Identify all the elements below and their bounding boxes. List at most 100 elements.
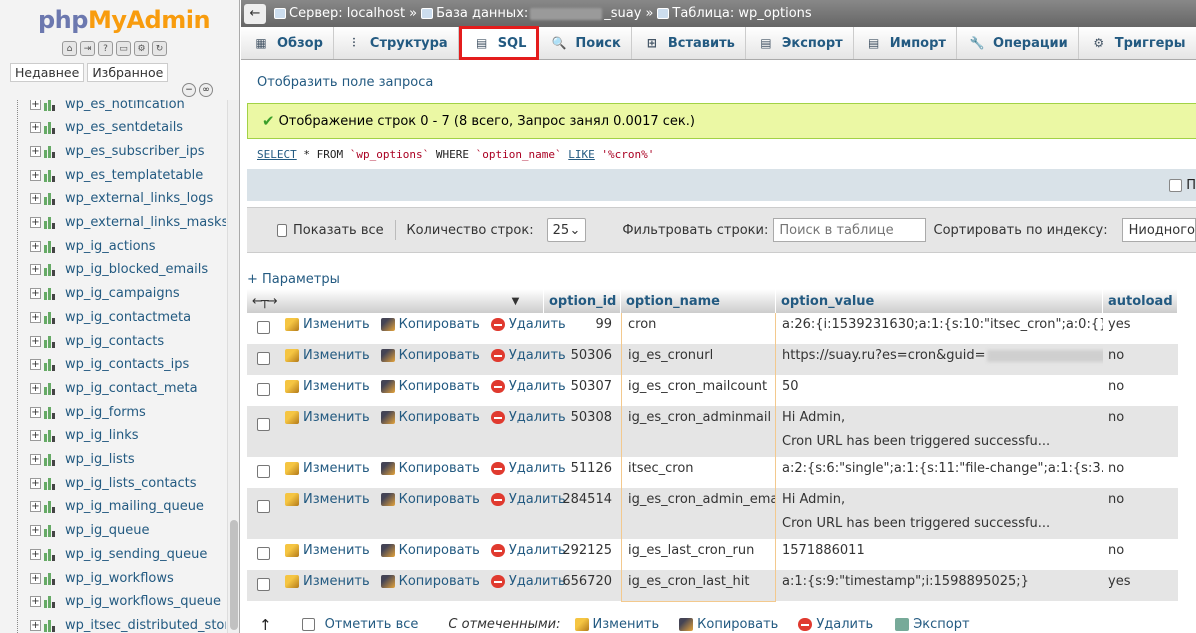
show-all-checkbox[interactable] (277, 223, 288, 237)
option-id-cell[interactable]: 292125 (544, 539, 612, 570)
expand-icon[interactable]: + (30, 454, 41, 465)
option-name-cell[interactable]: ig_es_cron_admin_email (621, 488, 776, 539)
tree-item-wp_ig_lists_contacts[interactable]: + wp_ig_lists_contacts (30, 472, 197, 494)
reload-icon[interactable]: ↻ (152, 41, 167, 56)
header-option-id[interactable]: option_id (544, 289, 621, 313)
autoload-cell[interactable]: no (1103, 539, 1178, 570)
expand-icon[interactable]: + (30, 525, 41, 537)
tab-export[interactable]: ▤ Экспорт (746, 27, 854, 59)
autoload-cell[interactable]: no (1103, 457, 1178, 488)
expand-icon[interactable]: + (30, 359, 41, 371)
copy-button[interactable]: Копировать (380, 543, 480, 558)
logout-icon[interactable]: ⇥ (80, 41, 95, 56)
copy-button[interactable]: Копировать (380, 348, 480, 363)
option-name-cell[interactable]: ig_es_cronurl (621, 344, 776, 375)
check-all-checkbox[interactable] (301, 618, 315, 631)
header-option-name[interactable]: option_name (621, 289, 776, 313)
breadcrumb-db-suffix[interactable]: _suay (604, 6, 641, 21)
tree-item-wp_ig_lists[interactable]: + wp_ig_lists (30, 449, 135, 471)
edit-button[interactable]: Изменить (285, 492, 370, 507)
column-resize-icon[interactable]: ←┬→ (252, 294, 278, 309)
nav-scrollbar-thumb[interactable] (230, 520, 238, 630)
autoload-cell[interactable]: no (1103, 488, 1178, 539)
tree-item-wp_ig_forms[interactable]: + wp_ig_forms (30, 401, 146, 423)
tree-item-wp_ig_links[interactable]: + wp_ig_links (30, 425, 139, 447)
tab-browse[interactable]: ▦ Обзор (241, 27, 334, 59)
option-name-cell[interactable]: cron (621, 313, 776, 344)
sort-index-select[interactable]: Ниодного (1121, 218, 1196, 242)
option-value-cell[interactable]: https://suay.ru?es=cron&guid=-... (776, 344, 1103, 375)
bulk-edit-button[interactable]: Изменить (574, 617, 659, 632)
copy-button[interactable]: Копировать (380, 492, 480, 507)
tab-sql[interactable]: ▤ SQL (458, 26, 540, 60)
expand-icon[interactable]: + (30, 311, 41, 323)
row-checkbox[interactable] (257, 500, 270, 513)
header-autoload[interactable]: autoload (1103, 289, 1178, 313)
option-value-cell[interactable]: 1571886011 (776, 539, 1103, 570)
breadcrumb-server[interactable]: Сервер: localhost (289, 6, 405, 21)
option-name-cell[interactable]: itsec_cron (621, 457, 776, 488)
bulk-export-button[interactable]: Экспорт (895, 617, 970, 632)
row-checkbox[interactable] (257, 465, 270, 478)
tree-item-wp_ig_queue[interactable]: + wp_ig_queue (30, 520, 149, 542)
autoload-cell[interactable]: yes (1103, 313, 1178, 344)
copy-button[interactable]: Копировать (380, 461, 480, 476)
tab-insert[interactable]: ⊞ Вставить (632, 27, 746, 59)
option-name-cell[interactable]: ig_es_cron_last_hit (621, 570, 776, 601)
expand-icon[interactable]: + (30, 122, 41, 134)
tree-item-wp_es_templatetable[interactable]: + wp_es_templatetable (30, 164, 203, 186)
row-checkbox[interactable] (257, 547, 270, 560)
tree-item-wp_ig_sending_queue[interactable]: + wp_ig_sending_queue (30, 543, 207, 565)
favorites-tab[interactable]: Избранное (87, 63, 169, 82)
row-checkbox[interactable] (257, 578, 270, 591)
edit-button[interactable]: Изменить (285, 379, 370, 394)
sql-keyword-select[interactable]: SELECT (257, 148, 297, 161)
copy-button[interactable]: Копировать (380, 410, 480, 425)
show-query-link[interactable]: Отобразить поле запроса (257, 75, 433, 90)
nav-scrollbar[interactable] (227, 100, 239, 633)
option-id-cell[interactable]: 99 (544, 313, 612, 344)
tab-triggers[interactable]: ⚙ Триггеры (1079, 27, 1196, 59)
tree-item-wp_external_links_masks[interactable]: + wp_external_links_masks (30, 212, 226, 234)
expand-icon[interactable]: + (30, 100, 41, 110)
autoload-cell[interactable]: no (1103, 344, 1178, 375)
expand-icon[interactable]: + (30, 477, 41, 489)
expand-icon[interactable]: + (30, 264, 41, 276)
tree-item-wp_itsec_distributed_stora[interactable]: + wp_itsec_distributed_stora (30, 614, 226, 633)
option-name-cell[interactable]: ig_es_cron_mailcount (621, 375, 776, 406)
docs-icon[interactable]: ▭ (116, 41, 131, 56)
expand-icon[interactable]: + (30, 382, 41, 394)
edit-button[interactable]: Изменить (285, 461, 370, 476)
expand-icon[interactable]: + (30, 596, 41, 608)
autoload-cell[interactable]: no (1103, 375, 1178, 406)
copy-button[interactable]: Копировать (380, 574, 480, 589)
expand-icon[interactable]: + (30, 406, 41, 418)
edit-button[interactable]: Изменить (285, 348, 370, 363)
option-id-cell[interactable]: 656720 (544, 570, 612, 601)
tab-search[interactable]: 🔍 Поиск (539, 27, 632, 59)
autoload-cell[interactable]: yes (1103, 570, 1178, 601)
tree-item-wp_es_subscriber_ips[interactable]: + wp_es_subscriber_ips (30, 140, 205, 162)
breadcrumb-table[interactable]: Таблица: wp_options (672, 6, 811, 21)
tree-item-wp_ig_actions[interactable]: + wp_ig_actions (30, 235, 156, 257)
row-checkbox[interactable] (257, 383, 270, 396)
sort-triangle-icon[interactable]: ▼ (512, 296, 520, 307)
settings-icon[interactable]: ⚙ (134, 41, 149, 56)
edit-button[interactable]: Изменить (285, 410, 370, 425)
option-name-cell[interactable]: ig_es_last_cron_run (621, 539, 776, 570)
header-option-value[interactable]: option_value (776, 289, 1103, 313)
link-icon[interactable]: ∞ (199, 83, 213, 97)
tree-item-wp_ig_contactmeta[interactable]: + wp_ig_contactmeta (30, 306, 191, 328)
edit-button[interactable]: Изменить (285, 317, 370, 332)
edit-button[interactable]: Изменить (285, 543, 370, 558)
tree-item-wp_external_links_logs[interactable]: + wp_external_links_logs (30, 188, 213, 210)
bulk-copy-button[interactable]: Копировать (679, 617, 778, 632)
copy-button[interactable]: Копировать (380, 379, 480, 394)
recent-tab[interactable]: Недавнее (10, 63, 85, 82)
back-button[interactable]: ← (244, 3, 266, 24)
expand-icon[interactable]: + (30, 430, 41, 442)
tree-item-wp_es_notification[interactable]: + wp_es_notification (30, 100, 185, 115)
tree-item-wp_ig_campaigns[interactable]: + wp_ig_campaigns (30, 283, 180, 305)
parameters-link[interactable]: + Параметры (247, 272, 340, 287)
option-id-cell[interactable]: 284514 (544, 488, 612, 539)
